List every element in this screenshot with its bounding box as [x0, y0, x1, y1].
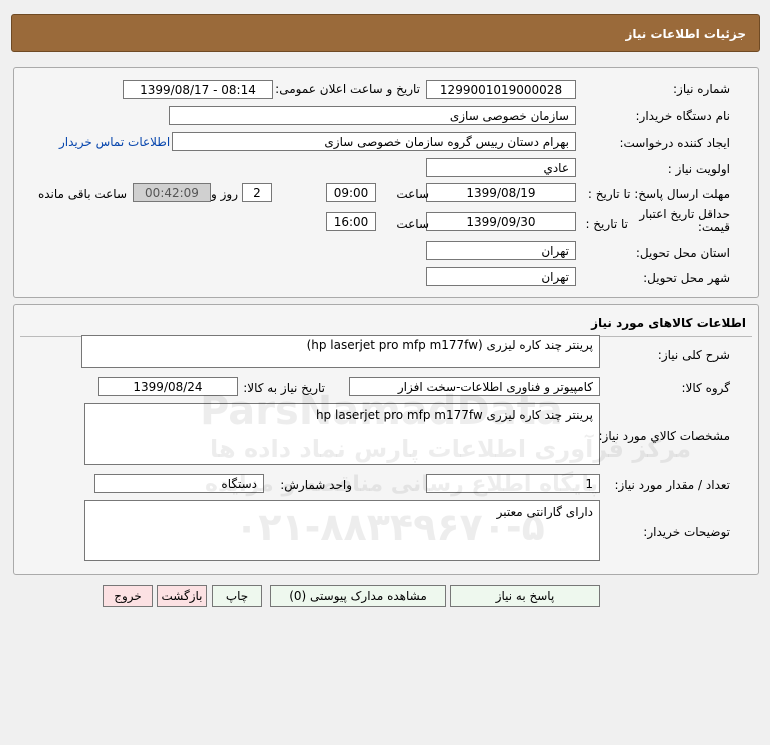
- unit-label: واحد شمارش:: [280, 478, 352, 492]
- priority-label: اولویت نیاز :: [667, 162, 730, 176]
- buyer-notes-field: دارای گارانتی معتبر: [84, 500, 600, 561]
- goods-group-label: گروه کالا:: [681, 381, 731, 395]
- validity-time-label: ساعت: [396, 217, 429, 231]
- remaining-days-field: 2: [242, 183, 272, 202]
- announce-datetime-field: 1399/08/17 - 08:14: [123, 80, 273, 99]
- summary-field: پرینتر چند کاره لیزری (hp laserjet pro m…: [81, 335, 600, 368]
- price-validity-to-label: تا تاریخ :: [585, 217, 628, 231]
- requester-label: ایجاد کننده درخواست:: [619, 136, 730, 150]
- exit-button[interactable]: خروج: [103, 585, 153, 607]
- page-title: جزئیات اطلاعات نیاز: [625, 27, 746, 41]
- deadline-time-label: ساعت: [396, 187, 429, 201]
- goods-info-panel: اطلاعات کالاهای مورد نیاز شرح کلی نیاز: …: [13, 304, 759, 575]
- days-label: روز و: [211, 187, 238, 201]
- unit-field: دستگاه: [94, 474, 264, 493]
- reply-deadline-label: مهلت ارسال پاسخ: تا تاریخ :: [587, 187, 730, 201]
- buyer-org-field: سازمان خصوصی سازی: [169, 106, 576, 125]
- buyer-contact-link[interactable]: اطلاعات تماس خریدار: [59, 135, 170, 149]
- view-attachments-button[interactable]: مشاهده مدارک پیوستی (0): [270, 585, 446, 607]
- delivery-city-label: شهر محل تحویل:: [643, 271, 730, 285]
- buyer-org-label: نام دستگاه خریدار:: [635, 109, 731, 123]
- delivery-province-label: استان محل تحویل:: [635, 246, 730, 260]
- remaining-time-label: ساعت باقی مانده: [37, 187, 127, 201]
- reply-deadline-time: 09:00: [326, 183, 376, 202]
- price-validity-time: 16:00: [326, 212, 376, 231]
- need-number-field: 1299001019000028: [426, 80, 576, 99]
- need-number-label: شماره نیاز:: [673, 82, 730, 96]
- requester-field: بهرام دستان رییس گروه سازمان خصوصی سازی: [172, 132, 576, 151]
- print-button[interactable]: چاپ: [212, 585, 262, 607]
- specs-field: پرینتر چند کاره لیزری hp laserjet pro mf…: [84, 403, 600, 465]
- quantity-label: تعداد / مقدار مورد نیاز:: [614, 478, 730, 492]
- goods-section-title: اطلاعات کالاهای مورد نیاز: [591, 316, 746, 330]
- back-button[interactable]: بازگشت: [157, 585, 207, 607]
- reply-to-need-button[interactable]: پاسخ به نیاز: [450, 585, 600, 607]
- page-header: جزئیات اطلاعات نیاز: [11, 14, 760, 52]
- summary-label: شرح کلی نیاز:: [657, 348, 730, 362]
- quantity-field: 1: [426, 474, 600, 493]
- price-validity-date: 1399/09/30: [426, 212, 576, 231]
- delivery-province-field: تهران: [426, 241, 576, 260]
- announce-datetime-label: تاریخ و ساعت اعلان عمومی:: [275, 82, 420, 96]
- buyer-notes-label: توضیحات خریدار:: [643, 525, 730, 539]
- reply-deadline-date: 1399/08/19: [426, 183, 576, 202]
- goods-group-field: کامپیوتر و فناوری اطلاعات-سخت افزار: [349, 377, 600, 396]
- need-date-label: تاریخ نیاز به کالا:: [243, 381, 325, 395]
- delivery-city-field: تهران: [426, 267, 576, 286]
- specs-label: مشخصات کالاي مورد نیاز:: [598, 429, 730, 443]
- priority-field: عادي: [426, 158, 576, 177]
- need-date-field: 1399/08/24: [98, 377, 238, 396]
- need-info-panel: شماره نیاز: 1299001019000028 تاریخ و ساع…: [13, 67, 759, 298]
- remaining-time-field: 00:42:09: [133, 183, 211, 202]
- price-validity-label: حداقل تاریخ اعتبار قیمت:: [639, 207, 730, 234]
